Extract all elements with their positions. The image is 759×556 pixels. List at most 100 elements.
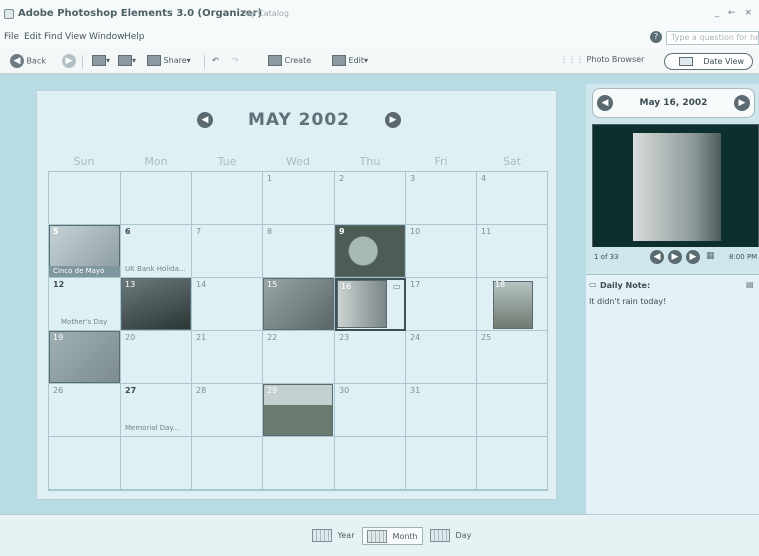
rotate-left-button[interactable]: ↶ <box>212 54 219 68</box>
calendar-day-27[interactable]: 27 Memorial Day... <box>121 384 192 437</box>
back-label: Back <box>26 56 46 66</box>
share-button[interactable]: Share▾ <box>147 54 191 68</box>
menu-help[interactable]: Help <box>124 32 145 42</box>
calendar-day-16[interactable]: 16 ▭ <box>335 278 406 331</box>
calendar-day-15[interactable]: 15 <box>263 278 335 331</box>
calendar-day-20[interactable]: 20 <box>121 331 192 384</box>
next-month-button[interactable]: ▶ <box>385 112 401 128</box>
month-title: MAY 2002 <box>248 110 350 130</box>
menu-file[interactable]: File <box>4 32 19 42</box>
note-icon: ▭ <box>393 282 401 291</box>
weekday-thu: Thu <box>359 155 381 168</box>
prev-month-button[interactable]: ◀ <box>197 112 213 128</box>
calendar-day-29[interactable]: 29 <box>263 384 335 437</box>
print-button[interactable]: ▾ <box>118 54 136 68</box>
calendar-day-17[interactable]: 17 <box>406 278 477 331</box>
day-photo[interactable] <box>49 225 120 267</box>
calendar-day-9[interactable]: 9 <box>335 225 406 278</box>
help-icon[interactable]: ? <box>650 31 662 43</box>
calendar-day-empty <box>49 172 121 225</box>
year-icon <box>312 529 332 542</box>
rotate-left-icon: ↶ <box>212 56 219 65</box>
year-view-button[interactable]: Year <box>312 527 354 545</box>
window-title: Adobe Photoshop Elements 3.0 (Organizer) <box>18 8 263 19</box>
question-input[interactable]: Type a question for help <box>666 31 759 45</box>
calendar-day-13[interactable]: 13 <box>121 278 192 331</box>
calendar-day-22[interactable]: 22 <box>263 331 335 384</box>
rotate-right-icon: ↷ <box>232 56 239 65</box>
calendar-day-empty <box>121 172 192 225</box>
play-button[interactable]: ▶ <box>668 250 682 264</box>
catalog-name: My Catalog <box>244 9 289 18</box>
back-icon: ◀ <box>10 54 24 68</box>
create-icon <box>268 55 282 66</box>
calendar-day-4[interactable]: 4 <box>477 172 548 225</box>
menu-find[interactable]: Find <box>44 32 62 42</box>
calendar-day-empty <box>335 437 406 490</box>
calendar-day-14[interactable]: 14 <box>192 278 263 331</box>
day-view-button[interactable]: Day <box>430 527 471 545</box>
create-button[interactable]: Create <box>268 54 311 68</box>
calendar-day-19[interactable]: 19 <box>49 331 121 384</box>
calendar-day-23[interactable]: 23 <box>335 331 406 384</box>
calendar-day-12[interactable]: 12 Mother's Day <box>49 278 121 331</box>
weekday-tue: Tue <box>217 155 237 168</box>
day-photo-preview[interactable] <box>592 124 759 248</box>
forward-icon: ▶ <box>62 54 76 68</box>
photo-browser-label: Photo Browser <box>586 55 645 64</box>
calendar-day-3[interactable]: 3 <box>406 172 477 225</box>
calendar-day-1[interactable]: 1 <box>263 172 335 225</box>
edit-button[interactable]: Edit▾ <box>332 54 368 68</box>
calendar-day-31[interactable]: 31 <box>406 384 477 437</box>
calendar-day-26[interactable]: 26 <box>49 384 121 437</box>
get-photos-button[interactable]: ▾ <box>92 54 110 68</box>
selected-date: May 16, 2002 <box>639 98 708 108</box>
date-view-button[interactable]: Date View <box>664 53 753 70</box>
next-photo-button[interactable]: ▶ <box>686 250 700 264</box>
window-controls[interactable]: _ ← × <box>715 8 755 18</box>
calendar-day-11[interactable]: 11 <box>477 225 548 278</box>
month-view-button[interactable]: Month <box>362 527 423 545</box>
next-day-button[interactable]: ▶ <box>734 95 750 111</box>
menu-edit[interactable]: Edit <box>24 32 41 42</box>
calendar-day-empty <box>406 437 477 490</box>
day-photo[interactable] <box>335 225 405 277</box>
weekday-wed: Wed <box>286 155 310 168</box>
rotate-right-button[interactable]: ↷ <box>232 54 239 68</box>
prev-photo-button[interactable]: ◀ <box>650 250 664 264</box>
photo-browser-button[interactable]: ⋮⋮⋮ Photo Browser <box>560 55 644 64</box>
calendar-day-28[interactable]: 28 <box>192 384 263 437</box>
calendar-day-21[interactable]: 21 <box>192 331 263 384</box>
calendar-day-7[interactable]: 7 <box>192 225 263 278</box>
print-icon <box>118 55 132 66</box>
event-label: Cinco de Mayo <box>49 266 120 277</box>
calendar-day-5[interactable]: 5 Cinco de Mayo <box>49 225 121 278</box>
menu-bar: File Edit Find View Window Help ? Type a… <box>0 28 759 48</box>
calendar-day-10[interactable]: 10 <box>406 225 477 278</box>
calendar-day-6[interactable]: 6 UK Bank Holida... <box>121 225 192 278</box>
grid-icon: ⋮⋮⋮ <box>560 55 584 64</box>
calendar-day-empty <box>477 384 548 437</box>
weekday-fri: Fri <box>434 155 448 168</box>
calendar-day-24[interactable]: 24 <box>406 331 477 384</box>
calendar-day-empty <box>192 172 263 225</box>
title-bar: Adobe Photoshop Elements 3.0 (Organizer)… <box>0 0 759 28</box>
note-settings-icon[interactable]: ▤ <box>746 280 754 289</box>
calendar-day-30[interactable]: 30 <box>335 384 406 437</box>
back-button[interactable]: ◀ Back <box>10 54 46 68</box>
toolbar: ◀ Back ▶ ▾ ▾ Share▾ ↶ ↷ Create Edit▾ ⋮⋮⋮… <box>0 48 759 74</box>
calendar-day-8[interactable]: 8 <box>263 225 335 278</box>
menu-window[interactable]: Window <box>89 32 125 42</box>
calendar-day-25[interactable]: 25 <box>477 331 548 384</box>
daily-note-text[interactable]: It didn't rain today! <box>586 295 759 515</box>
date-view-label: Date View <box>703 57 744 66</box>
slideshow-icon[interactable]: ▦ <box>706 251 715 261</box>
calendar-day-2[interactable]: 2 <box>335 172 406 225</box>
menu-view[interactable]: View <box>65 32 86 42</box>
calendar-day-empty <box>192 437 263 490</box>
forward-button[interactable]: ▶ <box>62 54 76 68</box>
calendar-icon <box>679 57 693 66</box>
year-label: Year <box>337 531 355 540</box>
calendar-day-empty <box>121 437 192 490</box>
calendar-day-18[interactable]: 18 <box>477 278 548 331</box>
